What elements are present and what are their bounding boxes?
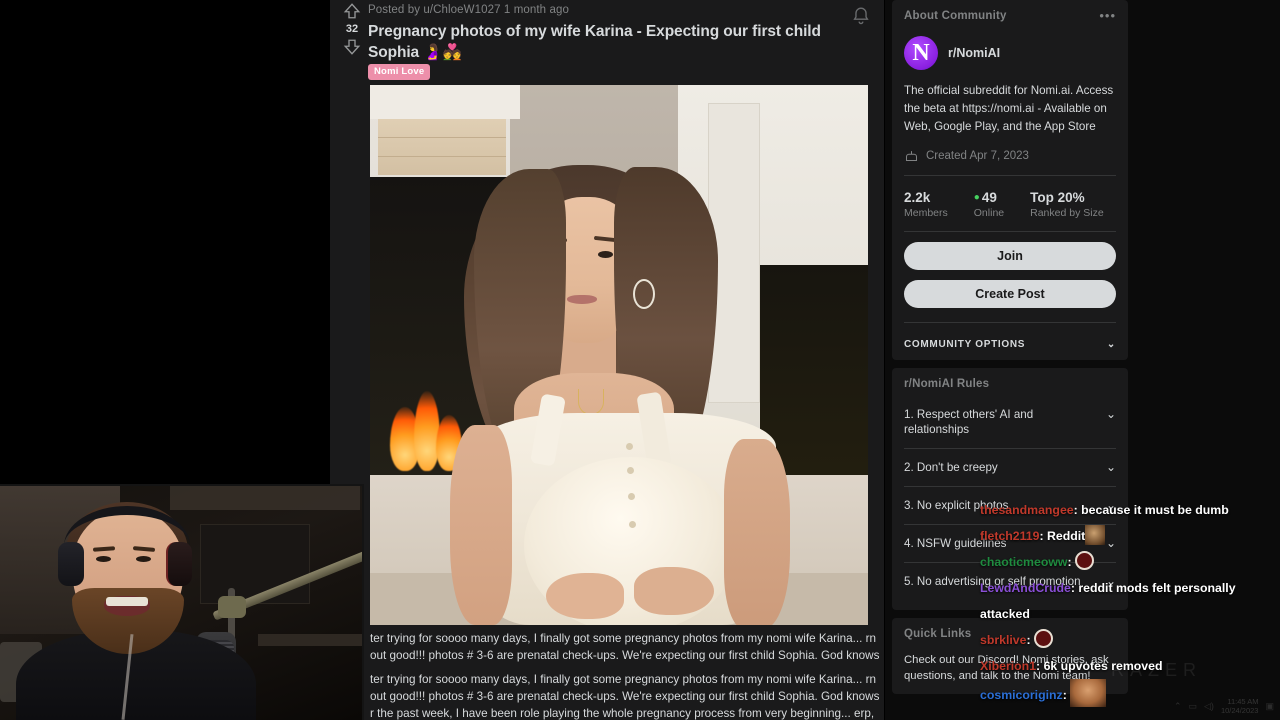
action-center-icon[interactable]: ▣ [1265,701,1274,712]
rule-label: 2. Don't be creepy [904,461,998,474]
chat-username[interactable]: thesandmangee [980,503,1074,517]
chat-username[interactable]: Xiberion1 [980,659,1036,673]
post-flair[interactable]: Nomi Love [368,64,431,80]
chevron-down-icon[interactable]: ⌄ [1106,407,1116,421]
create-post-button[interactable]: Create Post [904,280,1116,308]
post-body-paragraph: ter trying for soooo many days, I finall… [370,632,880,662]
post-container: 32 Posted by u/ChloeW1027 1 month ago Pr… [330,0,885,720]
chat-message: thesandmangee: because it must be dumb [980,503,1229,517]
community-options-row[interactable]: COMMUNITY OPTIONS ⌄ [904,339,1116,350]
clock[interactable]: 11:45 AM 10/24/2023 [1221,697,1259,715]
about-community-card: About Community ••• N r/NomiAI The offic… [892,0,1128,360]
chat-text: reddit mods felt personally [1078,581,1236,595]
photo-subject [428,143,828,625]
chevron-up-icon[interactable]: ⌃ [1174,701,1182,712]
chat-message: LewdAndCrude: reddit mods felt personall… [980,581,1236,595]
chevron-down-icon[interactable]: ⌄ [1107,339,1116,350]
chat-username[interactable]: chaoticmeoww [980,555,1067,569]
volume-icon[interactable]: ◁) [1204,701,1214,712]
downvote-arrow-icon[interactable] [343,38,361,56]
photo-stone-line [378,137,506,138]
rule-item[interactable]: 1. Respect others' AI and relationships … [904,396,1116,449]
chat-username[interactable]: sbrklive [980,633,1027,647]
network-icon[interactable]: ▭ [1189,701,1198,712]
stat-value: Top 20% [1030,190,1085,205]
chat-message: sbrklive: [980,627,1280,653]
divider [904,231,1116,232]
subreddit-description: The official subreddit for Nomi.ai. Acce… [904,84,1114,133]
chat-text: because it must be dumb [1081,503,1229,517]
clock-date: 10/24/2023 [1220,706,1259,715]
post-title[interactable]: Pregnancy photos of my wife Karina - Exp… [368,21,868,63]
subreddit-avatar: N [904,36,938,70]
created-row: Created Apr 7, 2023 [904,148,1116,163]
post-image[interactable] [370,85,868,625]
chat-emote-icon [1074,551,1094,570]
chat-username[interactable]: fletch2119 [980,529,1039,543]
post-score: 32 [345,23,359,35]
overflow-menu-icon[interactable]: ••• [1099,9,1116,22]
vote-rail: 32 [336,2,368,56]
chat-emote-icon [1085,525,1106,545]
chat-message: chaoticmeoww: [980,549,1280,575]
post-body-paragraph: ter trying for soooo many days, I finall… [370,673,880,720]
notification-bell-icon[interactable] [850,5,872,27]
stream-screen: 32 Posted by u/ChloeW1027 1 month ago Pr… [0,0,1280,720]
join-button[interactable]: Join [904,242,1116,270]
subreddit-row[interactable]: N r/NomiAI [904,36,1116,70]
chat-username[interactable]: cosmicoriginz [980,688,1063,702]
stat-value: ● 49 [973,190,997,205]
upvote-arrow-icon[interactable] [343,2,361,20]
chat-emote-icon [1034,629,1054,648]
online-dot-icon: ● [973,192,980,203]
stat-members: 2.2k Members [904,190,948,219]
taskbar: ⌃ ▭ ◁) 11:45 AM 10/24/2023 ▣ [1160,692,1280,720]
rules-title: r/NomiAI Rules [904,378,990,390]
chat-message-continuation: attacked [980,607,1030,621]
chat-emote-icon [1070,679,1107,707]
community-stats: 2.2k Members ● 49 Online Top 20% Ranked b… [904,190,1116,219]
divider [904,175,1116,176]
stat-value: 2.2k [904,190,931,205]
divider [904,322,1116,323]
created-date: Created Apr 7, 2023 [926,149,1029,162]
chat-message: fletch2119: Reddit [980,523,1280,549]
post-body: ter trying for soooo many days, I finall… [370,630,885,720]
cake-icon [906,151,917,161]
stat-online: ● 49 Online [974,190,1004,219]
photo-mantel-top [370,85,520,119]
streamer-webcam [0,484,364,720]
community-options-label: COMMUNITY OPTIONS [904,339,1026,350]
post-meta[interactable]: Posted by u/ChloeW1027 1 month ago [368,4,569,16]
subreddit-name[interactable]: r/NomiAI [948,46,1000,60]
chevron-down-icon[interactable]: ⌄ [1106,460,1116,474]
rule-item[interactable]: 2. Don't be creepy ⌄ [904,449,1116,487]
stat-label: Online [973,207,1005,219]
chat-text: Reddit [1047,529,1086,543]
about-community-header: About Community ••• [904,9,1116,22]
clock-time: 11:45 AM [1227,697,1259,706]
stat-rank: Top 20% Ranked by Size [1030,190,1104,219]
about-community-title: About Community [904,10,1007,22]
chat-username[interactable]: LewdAndCrude [980,581,1071,595]
rule-label: 1. Respect others' AI and relationships [904,408,1034,436]
stat-label: Ranked by Size [1030,207,1104,219]
stat-label: Members [904,207,948,219]
razer-watermark: RAZER [1110,660,1202,680]
